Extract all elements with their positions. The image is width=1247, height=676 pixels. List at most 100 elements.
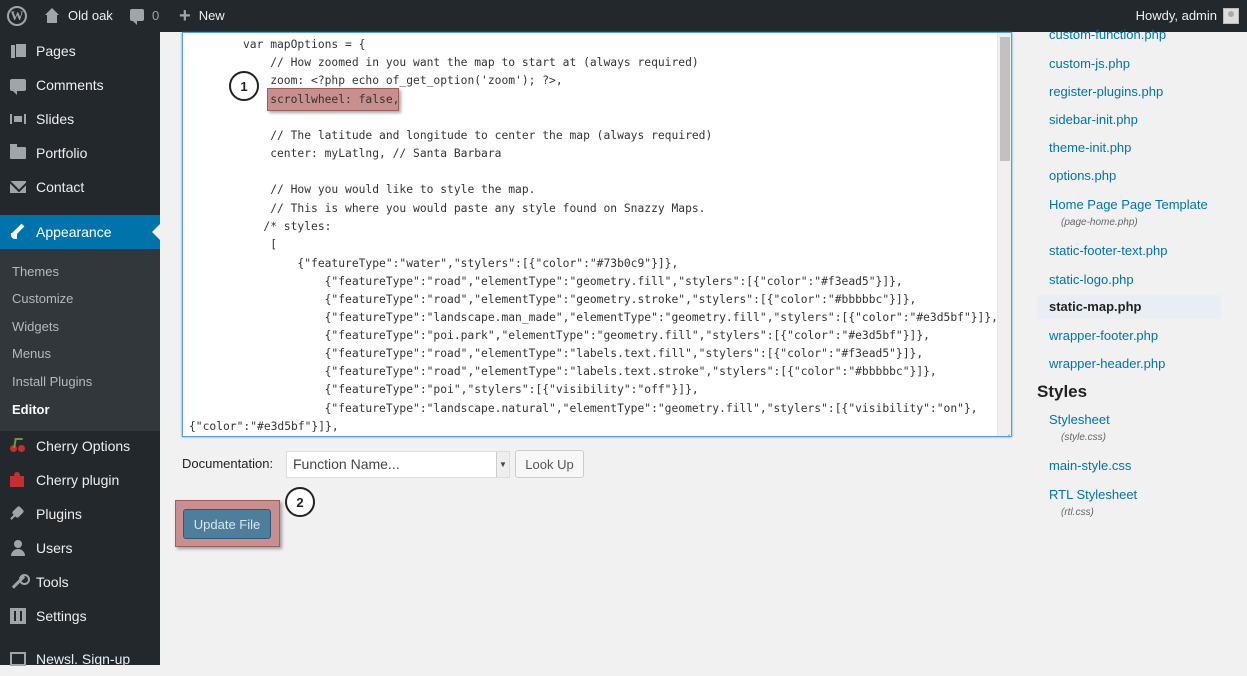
code-line: // How you would like to style the map. <box>243 183 536 196</box>
scrollbar-thumb[interactable] <box>1000 37 1010 161</box>
sidebar-item-slides[interactable]: Slides <box>0 102 160 136</box>
code-line: {"featureType":"road","elementType":"geo… <box>243 275 903 288</box>
theme-files-list: custom-function.php custom-js.php regist… <box>1037 27 1247 665</box>
sidebar-item-label: Users <box>36 540 73 556</box>
file-sublabel: (rtl.css) <box>1061 507 1094 518</box>
wordpress-logo-icon[interactable]: W <box>7 0 29 32</box>
sidebar-item-label: Plugins <box>36 506 82 522</box>
file-link[interactable]: main-style.css <box>1049 458 1131 473</box>
file-link[interactable]: static-footer-text.php <box>1049 243 1168 258</box>
file-link[interactable]: options.php <box>1049 168 1116 183</box>
file-link[interactable]: register-plugins.php <box>1049 84 1163 99</box>
home-icon <box>44 8 60 24</box>
resize-grip-icon[interactable] <box>1000 425 1010 435</box>
site-name-link[interactable]: Old oak <box>44 0 113 32</box>
submenu-item-editor[interactable]: Editor <box>12 402 50 417</box>
sidebar-item-label: Cherry plugin <box>36 472 120 488</box>
sidebar-item-comments[interactable]: Comments <box>0 68 160 102</box>
code-line: {"featureType":"poi.park","elementType":… <box>243 329 930 342</box>
comment-icon <box>130 9 144 25</box>
sidebar-item-label: Settings <box>36 608 87 624</box>
select-value: Function Name... <box>293 456 400 472</box>
update-file-button[interactable]: Update File <box>183 509 271 539</box>
sidebar-item-cherry-plugin[interactable]: Cherry plugin <box>0 463 160 497</box>
submenu-item-themes[interactable]: Themes <box>12 264 59 279</box>
sidebar-item-label: Cherry Options <box>36 438 131 454</box>
sidebar-item-label: Slides <box>36 111 75 127</box>
settings-icon <box>8 606 28 626</box>
code-line: [ <box>243 238 278 251</box>
appearance-submenu: Themes Customize Widgets Menus Install P… <box>0 249 160 431</box>
paintbrush-icon <box>8 222 28 242</box>
file-link[interactable]: custom-js.php <box>1049 56 1130 71</box>
puzzle-icon <box>8 470 28 490</box>
file-link[interactable]: sidebar-init.php <box>1049 112 1138 127</box>
file-link[interactable]: wrapper-header.php <box>1049 356 1165 371</box>
code-line: center: myLatlng, // Santa Barbara <box>243 147 502 160</box>
code-line: {"featureType":"landscape.man_made","ele… <box>243 311 998 324</box>
sidebar-item-cherry-options[interactable]: Cherry Options <box>0 429 160 463</box>
comments-icon <box>8 75 28 95</box>
current-file-row[interactable]: static-map.php <box>1037 295 1221 319</box>
editor-scrollbar[interactable] <box>997 33 1011 436</box>
file-link[interactable]: Stylesheet <box>1049 412 1110 427</box>
function-name-select[interactable]: Function Name... ▼ <box>286 451 510 478</box>
look-up-button[interactable]: Look Up <box>515 450 584 478</box>
code-line: {"featureType":"road","elementType":"lab… <box>243 347 924 360</box>
code-line: scrollwheel: false, <box>243 93 400 106</box>
sidebar-item-settings[interactable]: Settings <box>0 599 160 633</box>
code-line: {"featureType":"landscape.natural","elem… <box>243 402 978 415</box>
new-label: New <box>198 8 225 23</box>
file-sublabel: (page-home.php) <box>1061 217 1138 228</box>
cherry-icon <box>8 436 28 456</box>
sidebar-item-label: Comments <box>36 77 104 93</box>
code-editor[interactable]: var mapOptions = { // How zoomed in you … <box>182 32 1012 437</box>
site-name-label: Old oak <box>68 8 113 23</box>
sidebar-item-tools[interactable]: Tools <box>0 565 160 599</box>
code-line: {"featureType":"poi","stylers":[{"visibi… <box>243 383 699 396</box>
file-link[interactable]: custom-function.php <box>1049 27 1166 42</box>
code-line: // This is where you would paste any sty… <box>243 202 706 215</box>
plugin-icon <box>8 504 28 524</box>
sidebar-item-label: Portfolio <box>36 145 88 161</box>
submenu-item-customize[interactable]: Customize <box>12 291 73 306</box>
code-line: {"featureType":"road","elementType":"geo… <box>243 293 917 306</box>
mail-icon <box>8 177 28 197</box>
code-line: /* styles: <box>243 220 332 233</box>
code-line: // How zoomed in you want the map to sta… <box>243 56 699 69</box>
newsletter-icon <box>8 649 28 669</box>
chevron-down-icon: ▼ <box>496 452 509 477</box>
current-file-label[interactable]: static-map.php <box>1049 299 1141 314</box>
portfolio-icon <box>8 143 28 163</box>
file-link[interactable]: RTL Stylesheet <box>1049 487 1137 502</box>
avatar <box>1223 8 1239 24</box>
submenu-item-install-plugins[interactable]: Install Plugins <box>12 374 92 389</box>
file-link[interactable]: Home Page Page Template <box>1049 197 1208 212</box>
file-link[interactable]: theme-init.php <box>1049 140 1131 155</box>
comments-link[interactable]: 0 <box>130 0 159 32</box>
sidebar-item-newsletter[interactable]: Newsl. Sign-up <box>0 642 160 676</box>
admin-sidebar: Pages Comments Slides Portfolio Contact … <box>0 32 160 667</box>
submenu-item-menus[interactable]: Menus <box>12 346 51 361</box>
sidebar-item-label: Appearance <box>36 224 112 240</box>
sidebar-item-users[interactable]: Users <box>0 531 160 565</box>
active-menu-arrow <box>152 224 160 240</box>
sidebar-item-appearance[interactable]: Appearance <box>0 215 160 249</box>
pages-icon <box>8 41 28 61</box>
highlight-update-file: Update File <box>175 500 280 547</box>
file-link[interactable]: wrapper-footer.php <box>1049 328 1158 343</box>
sidebar-item-pages[interactable]: Pages <box>0 34 160 68</box>
code-line: var mapOptions = { <box>243 38 366 51</box>
styles-heading: Styles <box>1037 382 1088 401</box>
users-icon <box>8 538 28 558</box>
sidebar-item-portfolio[interactable]: Portfolio <box>0 136 160 170</box>
submenu-item-widgets[interactable]: Widgets <box>12 319 59 334</box>
slides-icon <box>8 109 28 129</box>
code-line: zoom: <?php echo of_get_option('zoom'); … <box>243 74 563 87</box>
code-line: {"featureType":"water","stylers":[{"colo… <box>243 257 679 270</box>
sidebar-item-contact[interactable]: Contact <box>0 170 160 204</box>
sidebar-item-plugins[interactable]: Plugins <box>0 497 160 531</box>
file-link[interactable]: static-logo.php <box>1049 272 1134 287</box>
new-content-link[interactable]: + New <box>179 0 225 32</box>
step-badge-2: 2 <box>285 487 315 517</box>
